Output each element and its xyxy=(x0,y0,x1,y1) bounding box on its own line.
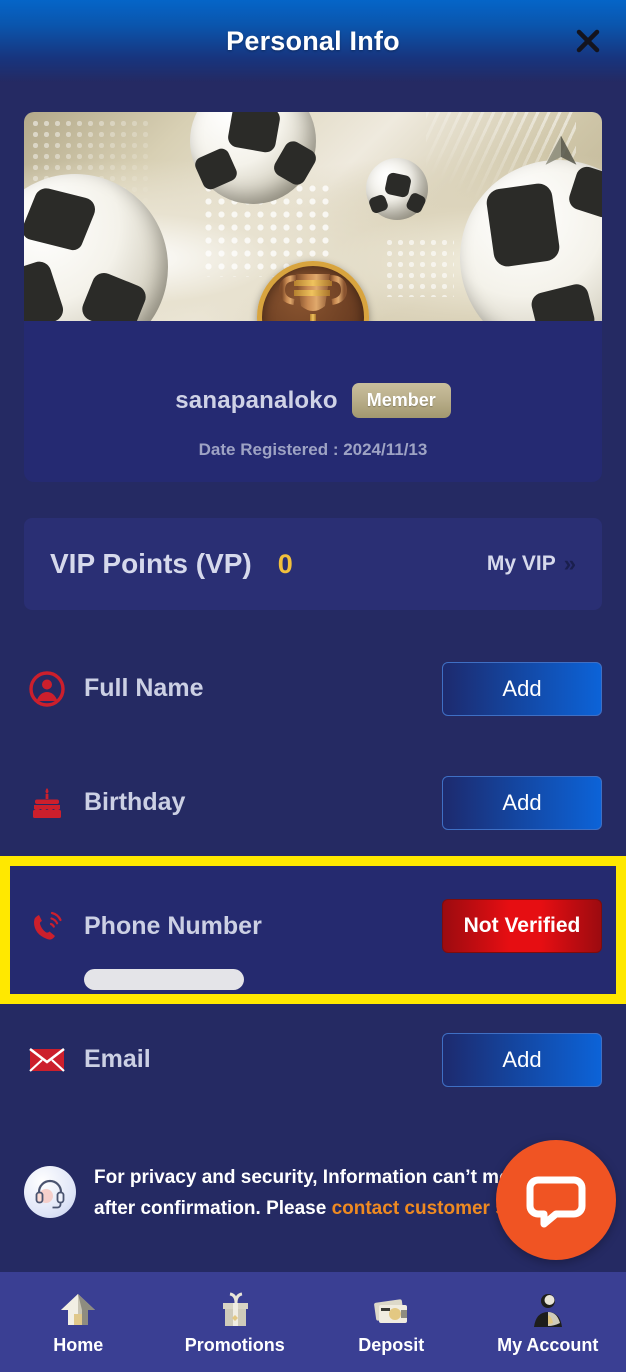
chat-bubble-icon[interactable] xyxy=(496,1140,616,1260)
add-fullname-button[interactable]: Add xyxy=(442,661,602,716)
nav-label: Deposit xyxy=(358,1334,425,1355)
envelope-icon xyxy=(24,1045,70,1075)
vip-points-card[interactable]: VIP Points (VP) 0 My VIP » xyxy=(24,518,602,610)
nav-label: Promotions xyxy=(184,1334,285,1355)
phone-number-redacted-value xyxy=(84,969,244,990)
headset-support-icon xyxy=(24,1166,76,1218)
vip-points-value: 0 xyxy=(277,548,293,579)
chevron-right-icon: » xyxy=(563,551,576,576)
close-icon[interactable] xyxy=(568,21,608,61)
info-row-action: Not Verified xyxy=(442,899,602,953)
nav-label: Home xyxy=(53,1334,104,1355)
vip-points-label: VIP Points (VP) xyxy=(50,548,252,579)
birthday-cake-icon-glyph xyxy=(33,787,61,818)
brand-logo-icon xyxy=(545,135,577,165)
date-registered: Date Registered : 2024/11/13 xyxy=(198,440,428,459)
home-icon-glyph xyxy=(61,1293,96,1325)
headset-support-icon-glyph xyxy=(35,1179,65,1209)
my-vip-link[interactable]: My VIP » xyxy=(487,551,576,577)
info-row-phone: Phone Number Not Verified xyxy=(10,866,616,994)
gift-icon xyxy=(213,1289,257,1329)
nav-item-my-account[interactable]: My Account xyxy=(470,1289,626,1356)
phone-ring-icon xyxy=(24,907,70,945)
deposit-icon xyxy=(369,1289,413,1329)
privacy-line-2-prefix: after confirmation. Please xyxy=(94,1198,332,1219)
user-circle-icon-glyph xyxy=(29,670,65,707)
trophy-icon xyxy=(278,274,348,321)
envelope-icon-glyph xyxy=(29,1047,65,1072)
info-row-action: Add xyxy=(442,661,602,716)
soccer-ball-icon xyxy=(366,158,428,220)
info-row-email: Email Add xyxy=(0,1003,626,1116)
close-icon-glyph xyxy=(576,29,600,53)
privacy-line-1: For privacy and security, Information ca… xyxy=(94,1167,562,1188)
info-row-action: Add xyxy=(442,1032,602,1087)
bottom-navigation: Home Promotions Deposit My Account xyxy=(0,1272,626,1372)
status-badge: Member xyxy=(351,383,451,418)
username: sanapanaloko xyxy=(175,386,338,414)
phone-ring-icon-glyph xyxy=(34,911,62,940)
chat-bubble-icon-glyph xyxy=(526,1176,586,1228)
profile-card: sanapanaloko Member Date Registered : 20… xyxy=(24,112,602,482)
user-circle-icon xyxy=(24,670,70,708)
nav-item-deposit[interactable]: Deposit xyxy=(313,1289,470,1356)
highlight-box-phone: Phone Number Not Verified xyxy=(0,856,626,1004)
page-title: Personal Info xyxy=(226,25,400,56)
info-row-action: Add xyxy=(442,775,602,830)
my-vip-label: My VIP xyxy=(486,552,556,575)
soccer-banner xyxy=(24,112,602,321)
not-verified-button[interactable]: Not Verified xyxy=(442,899,602,953)
account-person-icon-glyph xyxy=(533,1293,562,1327)
trophy-medallion-icon xyxy=(257,261,369,321)
nav-item-promotions[interactable]: Promotions xyxy=(157,1289,314,1356)
info-row-label: Birthday xyxy=(84,788,186,816)
personal-info-screen: Personal Info sanapanaloko Member Date R… xyxy=(0,0,626,1372)
username-row: sanapanaloko Member xyxy=(24,383,602,418)
info-row-label: Phone Number xyxy=(84,911,262,940)
add-email-button[interactable]: Add xyxy=(442,1032,602,1087)
info-row-label: Full Name xyxy=(84,674,204,702)
gift-icon-glyph xyxy=(222,1292,248,1326)
account-person-icon xyxy=(526,1289,570,1329)
birthday-cake-icon xyxy=(24,784,70,822)
deposit-icon-glyph xyxy=(374,1298,408,1323)
profile-body: sanapanaloko Member Date Registered : 20… xyxy=(24,321,602,460)
phone-row-top: Phone Number Not Verified xyxy=(24,866,602,953)
nav-item-home[interactable]: Home xyxy=(0,1289,157,1356)
halftone-dots xyxy=(384,237,454,297)
info-row-fullname: Full Name Add xyxy=(0,632,626,745)
nav-label: My Account xyxy=(497,1334,599,1355)
home-icon xyxy=(56,1289,100,1329)
add-birthday-button[interactable]: Add xyxy=(442,775,602,830)
info-row-label: Email xyxy=(84,1045,151,1073)
privacy-notice-text: For privacy and security, Information ca… xyxy=(94,1162,564,1224)
dialog-header: Personal Info xyxy=(0,0,626,82)
info-row-birthday: Birthday Add xyxy=(0,746,626,859)
